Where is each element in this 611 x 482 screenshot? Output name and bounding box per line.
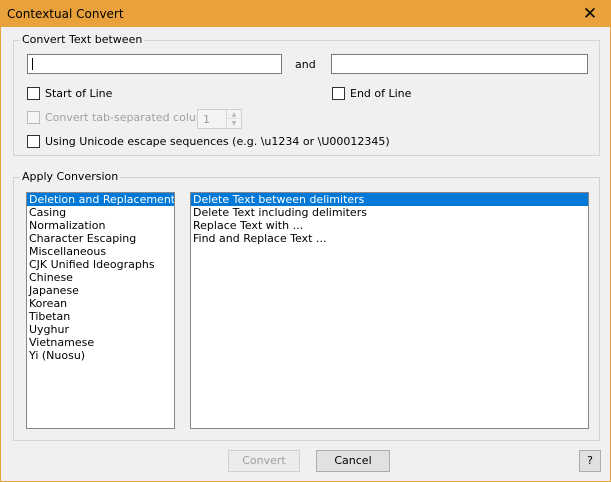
category-item[interactable]: CJK Unified Ideographs [27, 258, 174, 271]
convert-button[interactable]: Convert [228, 450, 300, 472]
category-list[interactable]: Deletion and Replacement Casing Normaliz… [26, 192, 175, 429]
end-of-line-label: End of Line [350, 87, 412, 100]
checkbox-box [27, 87, 40, 100]
close-icon[interactable]: ✕ [570, 1, 610, 27]
column-number-value: 1 [203, 113, 210, 126]
category-item[interactable]: Character Escaping [27, 232, 174, 245]
apply-conversion-legend: Apply Conversion [20, 170, 121, 184]
tab-column-checkbox[interactable]: Convert tab-separated column [27, 111, 214, 124]
category-item[interactable]: Normalization [27, 219, 174, 232]
action-item[interactable]: Find and Replace Text ... [191, 232, 588, 245]
column-number-spinner[interactable]: 1 ▲ ▼ [197, 109, 242, 129]
contextual-convert-dialog: Contextual Convert ✕ Convert Text betwee… [0, 0, 611, 482]
end-of-line-checkbox[interactable]: End of Line [332, 87, 411, 100]
end-delimiter-input[interactable] [331, 54, 588, 74]
category-item[interactable]: Yi (Nuosu) [27, 349, 174, 362]
category-item[interactable]: Chinese [27, 271, 174, 284]
and-label: and [295, 58, 316, 71]
start-delimiter-input[interactable] [27, 54, 282, 74]
category-item[interactable]: Deletion and Replacement [27, 193, 174, 206]
convert-text-legend: Convert Text between [20, 33, 145, 47]
category-item[interactable]: Uyghur [27, 323, 174, 336]
category-item[interactable]: Korean [27, 297, 174, 310]
action-list[interactable]: Delete Text between delimiters Delete Te… [190, 192, 589, 429]
category-item[interactable]: Japanese [27, 284, 174, 297]
help-button[interactable]: ? [579, 450, 601, 472]
action-item[interactable]: Delete Text including delimiters [191, 206, 588, 219]
tab-column-label: Convert tab-separated column [45, 111, 214, 124]
title-bar: Contextual Convert ✕ [1, 1, 610, 27]
spin-up-icon[interactable]: ▲ [227, 110, 241, 119]
spin-down-icon[interactable]: ▼ [227, 119, 241, 128]
action-item[interactable]: Replace Text with ... [191, 219, 588, 232]
spinner-buttons: ▲ ▼ [226, 110, 241, 128]
checkbox-box [27, 111, 40, 124]
category-item[interactable]: Miscellaneous [27, 245, 174, 258]
category-item[interactable]: Tibetan [27, 310, 174, 323]
category-item[interactable]: Casing [27, 206, 174, 219]
checkbox-box [27, 135, 40, 148]
checkbox-box [332, 87, 345, 100]
cancel-button[interactable]: Cancel [316, 450, 390, 472]
category-item[interactable]: Vietnamese [27, 336, 174, 349]
unicode-escape-label: Using Unicode escape sequences (e.g. \u1… [45, 135, 390, 148]
start-of-line-checkbox[interactable]: Start of Line [27, 87, 112, 100]
unicode-escape-checkbox[interactable]: Using Unicode escape sequences (e.g. \u1… [27, 135, 390, 148]
action-item[interactable]: Delete Text between delimiters [191, 193, 588, 206]
start-of-line-label: Start of Line [45, 87, 113, 100]
window-title: Contextual Convert [7, 7, 124, 21]
